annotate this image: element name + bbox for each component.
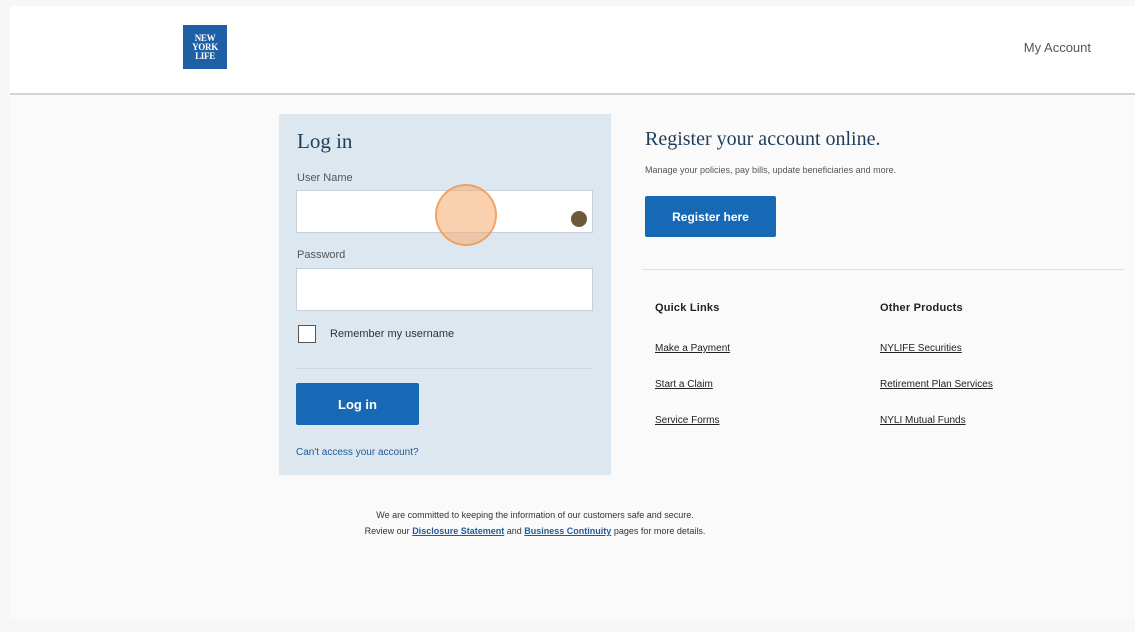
nyli-mutual-funds-link[interactable]: NYLI Mutual Funds: [880, 415, 966, 426]
remember-username-label: Remember my username: [330, 328, 455, 340]
site-header: NEW YORK LIFE My Account: [10, 6, 1135, 95]
and-text: and: [506, 526, 522, 536]
password-label: Password: [297, 249, 346, 261]
retirement-plan-services-link[interactable]: Retirement Plan Services: [880, 379, 993, 390]
password-input[interactable]: [297, 269, 592, 310]
register-subtitle: Manage your policies, pay bills, update …: [645, 165, 897, 175]
disclosure-statement-link[interactable]: Disclosure Statement: [412, 526, 504, 536]
login-title: Log in: [297, 129, 353, 153]
username-input[interactable]: [297, 191, 592, 232]
quick-links-title: Quick Links: [655, 302, 720, 314]
nylife-securities-link[interactable]: NYLIFE Securities: [880, 343, 962, 354]
make-a-payment-link[interactable]: Make a Payment: [655, 343, 730, 354]
password-field-wrapper: [296, 268, 593, 311]
register-divider: [642, 269, 1125, 270]
service-forms-link[interactable]: Service Forms: [655, 415, 719, 426]
login-button[interactable]: Log in: [296, 383, 419, 425]
remember-username-checkbox[interactable]: [298, 325, 316, 343]
other-products-title: Other Products: [880, 302, 963, 314]
user-name-field-icon[interactable]: [571, 211, 587, 227]
remember-username-row[interactable]: Remember my username: [298, 325, 454, 343]
login-divider: [296, 368, 593, 369]
security-note: We are committed to keeping the informat…: [270, 507, 800, 539]
review-our-text: Review our: [364, 526, 410, 536]
security-note-line-1: We are committed to keeping the informat…: [376, 510, 694, 520]
register-title: Register your account online.: [645, 128, 881, 150]
username-label: User Name: [297, 172, 353, 184]
security-note-line-2: Review our Disclosure Statement and Busi…: [270, 523, 800, 539]
username-field-wrapper: [296, 190, 593, 233]
start-a-claim-link[interactable]: Start a Claim: [655, 379, 713, 390]
login-panel: Log in User Name Password Remember my us…: [279, 114, 611, 475]
more-details-text: pages for more details.: [613, 526, 706, 536]
cant-access-account-link[interactable]: Can't access your account?: [296, 447, 419, 458]
new-york-life-logo[interactable]: NEW YORK LIFE: [183, 25, 227, 69]
business-continuity-link[interactable]: Business Continuity: [524, 526, 611, 536]
logo-line-3: LIFE: [195, 50, 215, 61]
my-account-link[interactable]: My Account: [1024, 40, 1091, 55]
register-here-button[interactable]: Register here: [645, 196, 776, 237]
